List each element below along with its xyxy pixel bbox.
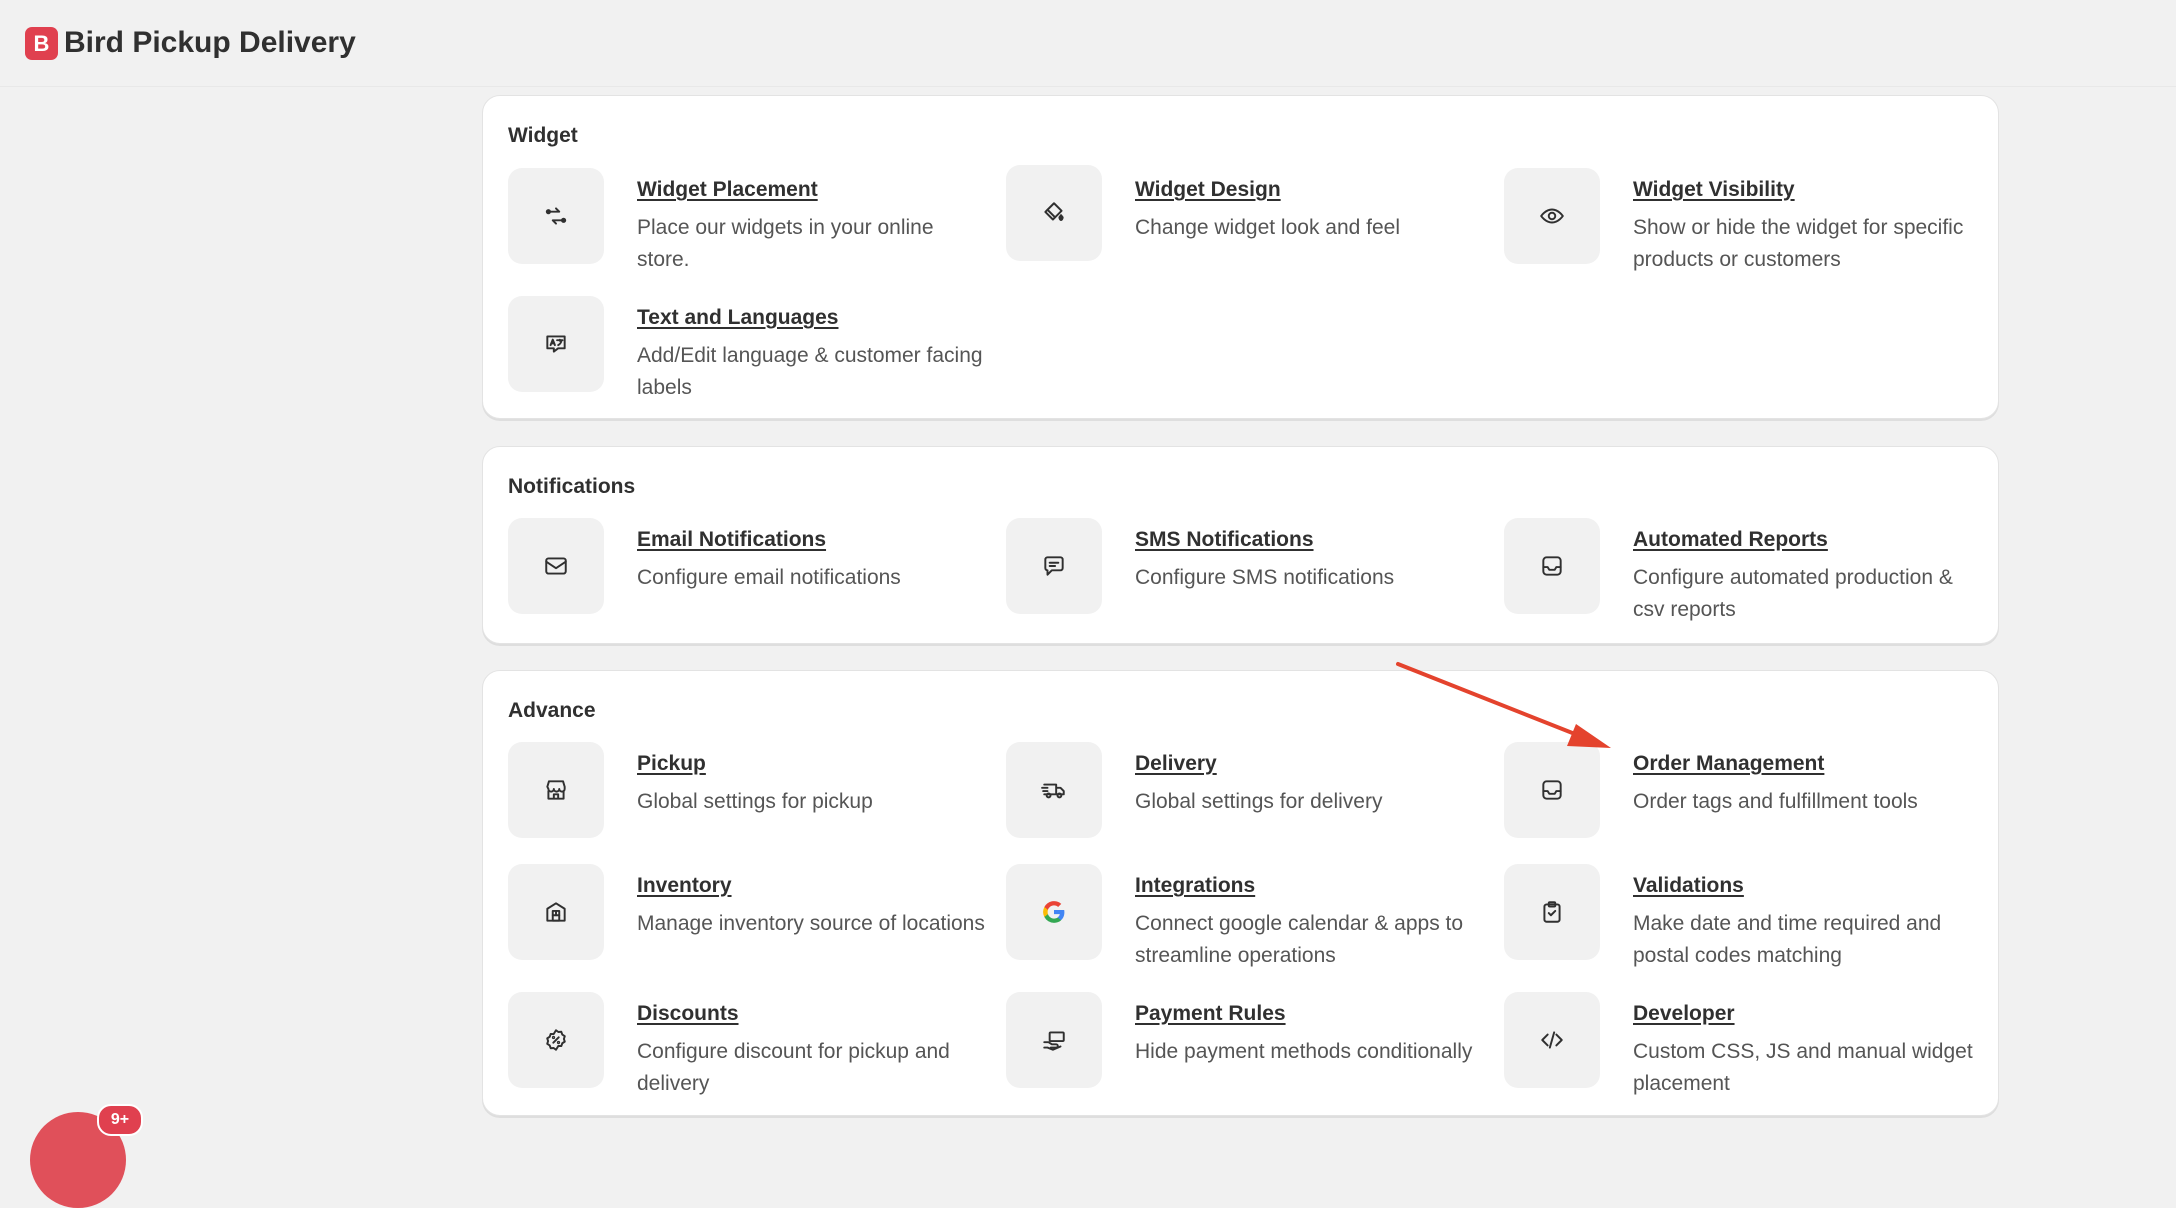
order-management-link[interactable]: Order Management [1633,752,1824,776]
email-notifications-link[interactable]: Email Notifications [637,528,826,552]
chat-bubble-icon [1006,518,1102,614]
section-title: Widget [508,124,578,147]
item-description: Hide payment methods conditionally [1135,1040,1473,1063]
sms-notifications-item[interactable]: SMS Notifications Configure SMS notifica… [1006,518,1486,628]
discount-icon [508,992,604,1088]
integrations-link[interactable]: Integrations [1135,874,1255,898]
item-description: Order tags and fulfillment tools [1633,790,1918,813]
pickup-item[interactable]: Pickup Global settings for pickup [508,742,988,852]
item-description: Configure email notifications [637,566,901,589]
developer-item[interactable]: Developer Custom CSS, JS and manual widg… [1504,992,1984,1102]
notification-badge: 9+ [97,1104,143,1136]
text-and-languages-link[interactable]: Text and Languages [637,306,838,330]
item-description: Change widget look and feel [1135,216,1401,239]
item-description: Add/Edit language & customer facing labe… [637,344,983,399]
paint-bucket-icon [1006,165,1102,261]
widget-design-link[interactable]: Widget Design [1135,178,1281,202]
validations-link[interactable]: Validations [1633,874,1744,898]
inbox-icon [1504,742,1600,838]
app-title: Bird Pickup Delivery [64,26,356,59]
payment-rules-link[interactable]: Payment Rules [1135,1002,1286,1026]
item-description: Global settings for pickup [637,790,873,813]
integrations-item[interactable]: Integrations Connect google calendar & a… [1006,864,1486,974]
email-notifications-item[interactable]: Email Notifications Configure email noti… [508,518,988,628]
validations-item[interactable]: Validations Make date and time required … [1504,864,1984,974]
item-description: Place our widgets in your online store. [637,216,934,271]
item-description: Configure automated production & csv rep… [1633,566,1953,621]
section-title: Advance [508,699,596,722]
widget-design-item[interactable]: Widget Design Change widget look and fee… [1006,165,1486,275]
inventory-link[interactable]: Inventory [637,874,732,898]
discounts-item[interactable]: Discounts Configure discount for pickup … [508,992,988,1102]
widget-placement-item[interactable]: Widget Placement Place our widgets in yo… [508,168,988,278]
arrows-swap-icon [508,168,604,264]
advance-section: Advance Pickup Global settings for picku… [482,670,1999,1116]
item-description: Manage inventory source of locations [637,912,985,935]
item-description: Global settings for delivery [1135,790,1383,813]
item-description: Connect google calendar & apps to stream… [1135,912,1464,967]
clipboard-check-icon [1504,864,1600,960]
store-icon [508,742,604,838]
sms-notifications-link[interactable]: SMS Notifications [1135,528,1314,552]
inventory-item[interactable]: Inventory Manage inventory source of loc… [508,864,988,974]
discounts-link[interactable]: Discounts [637,1002,739,1026]
pickup-link[interactable]: Pickup [637,752,706,776]
translate-icon [508,296,604,392]
text-and-languages-item[interactable]: Text and Languages Add/Edit language & c… [508,296,988,406]
notifications-section: Notifications Email Notifications Config… [482,446,1999,644]
item-description: Custom CSS, JS and manual widget placeme… [1633,1040,1973,1095]
item-description: Configure SMS notifications [1135,566,1395,589]
automated-reports-link[interactable]: Automated Reports [1633,528,1828,552]
hand-cash-icon [1006,992,1102,1088]
google-icon [1006,864,1102,960]
delivery-item[interactable]: Delivery Global settings for delivery [1006,742,1486,852]
warehouse-icon [508,864,604,960]
widget-placement-link[interactable]: Widget Placement [637,178,818,202]
delivery-truck-icon [1006,742,1102,838]
eye-icon [1504,168,1600,264]
top-bar: B Bird Pickup Delivery [0,0,2176,87]
envelope-icon [508,518,604,614]
payment-rules-item[interactable]: Payment Rules Hide payment methods condi… [1006,992,1486,1102]
developer-link[interactable]: Developer [1633,1002,1735,1026]
delivery-link[interactable]: Delivery [1135,752,1217,776]
widget-visibility-link[interactable]: Widget Visibility [1633,178,1795,202]
widget-section: Widget Widget Placement Place our widget… [482,95,1999,419]
order-management-item[interactable]: Order Management Order tags and fulfillm… [1504,742,1984,852]
section-title: Notifications [508,475,636,498]
item-description: Make date and time required and postal c… [1633,912,1942,967]
app-logo: B [25,27,58,60]
automated-reports-item[interactable]: Automated Reports Configure automated pr… [1504,518,1984,628]
widget-visibility-item[interactable]: Widget Visibility Show or hide the widge… [1504,168,1984,278]
item-description: Show or hide the widget for specific pro… [1633,216,1964,271]
item-description: Configure discount for pickup and delive… [637,1040,950,1095]
code-icon [1504,992,1600,1088]
inbox-icon [1504,518,1600,614]
